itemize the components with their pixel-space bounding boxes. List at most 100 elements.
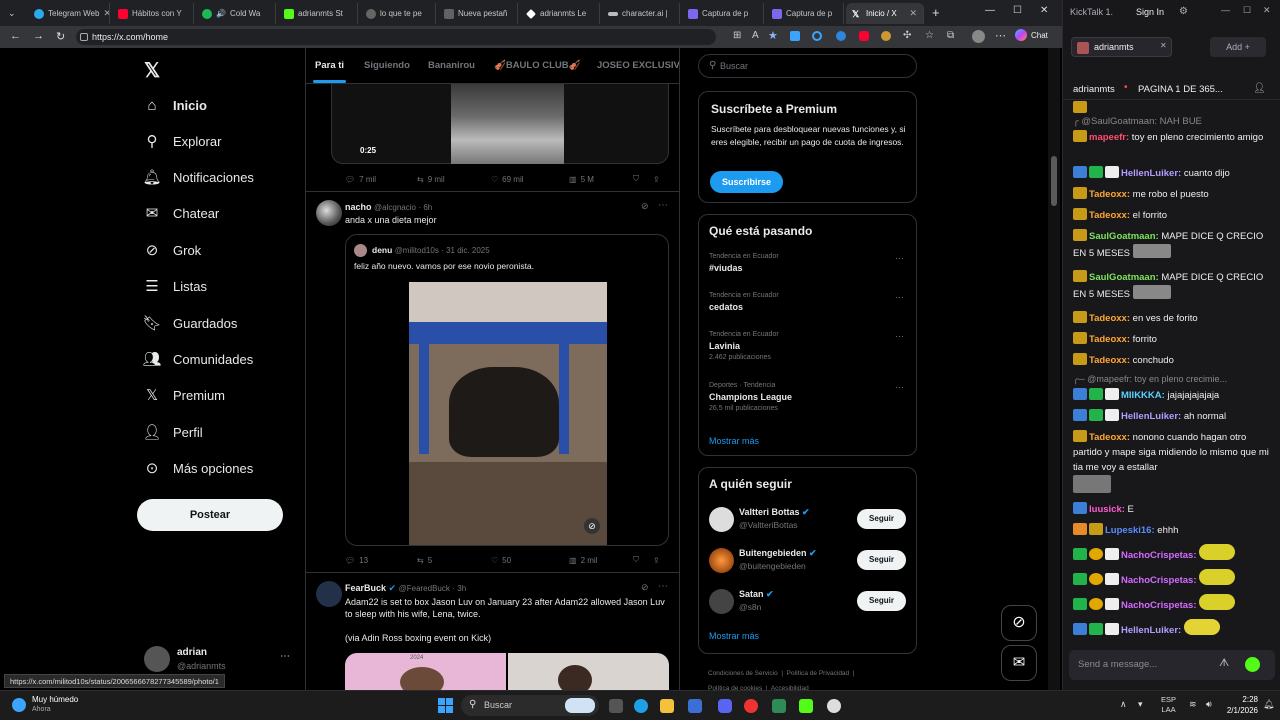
more-icon[interactable]: ⋯ [658, 200, 668, 211]
author-name[interactable]: FearBuck [345, 583, 386, 593]
reply-button[interactable]: 💬︎ 7 mil [345, 174, 417, 184]
search-input[interactable]: ⚲ Buscar [698, 54, 917, 78]
tab-joseo-exclusive[interactable]: JOSEO EXCLUSIVE [597, 60, 679, 71]
more-icon[interactable]: ⋯ [658, 581, 668, 592]
repost-button[interactable]: ⇆ 9 mil [417, 174, 491, 184]
messages-float-button[interactable]: ✉ [1001, 645, 1037, 681]
minimize-icon[interactable]: — [985, 5, 995, 16]
views-button[interactable]: ▥ 2 mil [569, 555, 633, 565]
notification-icon[interactable]: 🔔︎ [1263, 699, 1274, 710]
volume-icon[interactable]: 🔊︎ [1206, 699, 1212, 710]
show-more-link[interactable]: Mostrar más [709, 631, 759, 641]
footer-link[interactable]: Condiciones de Servicio [708, 670, 778, 677]
grok-image-icon[interactable]: ⊘ [584, 518, 600, 534]
file-explorer-icon[interactable] [660, 699, 674, 713]
translate-icon[interactable]: ⊞ [733, 30, 741, 41]
follow-item[interactable]: Valtteri Bottas ✔ @ValtteriBottas Seguir [699, 505, 916, 535]
chat-username[interactable]: Tadeoxx: [1089, 210, 1130, 221]
tab-kick[interactable]: adrianmts St [278, 3, 358, 24]
chat-username[interactable]: luusick: [1089, 504, 1125, 515]
reload-icon[interactable]: ↻ [56, 30, 65, 43]
tab-screenshot-1[interactable]: Captura de p [682, 3, 764, 24]
tab-telegram[interactable]: Telegram Web✕ [28, 3, 110, 24]
chat-username[interactable]: NachoCrispetas: [1121, 600, 1197, 611]
taskbar-search[interactable]: ⚲ Buscar [461, 695, 599, 716]
play-icon[interactable] [772, 699, 786, 713]
forward-icon[interactable]: → [33, 30, 44, 42]
footer-link[interactable]: Política de Privacidad [787, 670, 850, 677]
video-card[interactable]: 0:25 [331, 84, 669, 164]
quoted-post[interactable]: denu @militod10s · 31 dic. 2025 feliz añ… [345, 234, 669, 546]
nav-grok[interactable]: ⊘ Grok [143, 241, 201, 259]
follow-item[interactable]: Satan ✔ @s8n Seguir [699, 587, 916, 617]
favorites-icon[interactable]: ☆ [925, 30, 934, 41]
post-media[interactable]: 2024 [345, 653, 669, 690]
add-channel-button[interactable]: Add + [1210, 37, 1266, 57]
edge-icon[interactable] [634, 699, 648, 713]
follow-button[interactable]: Seguir [857, 591, 906, 611]
tab-youtube[interactable]: Hábitos con Y [112, 3, 194, 24]
tray-chevron-icon[interactable]: ∧ [1120, 699, 1127, 710]
minimize-icon[interactable]: — [1221, 5, 1230, 15]
chat-username[interactable]: MIIKKKA: [1121, 390, 1165, 401]
chat-username[interactable]: mapeefr: [1089, 132, 1129, 143]
more-icon[interactable]: ⋯ [895, 382, 904, 393]
star-icon[interactable]: ★ [768, 29, 778, 42]
emote-picker-icon[interactable]: ᗑ [1219, 657, 1229, 670]
share-button[interactable]: ⇪ [653, 174, 660, 184]
tab-for-you[interactable]: Para ti [315, 60, 344, 71]
account-more-icon[interactable]: ⋯ [280, 651, 290, 662]
x-logo-icon[interactable]: 𝕏 [144, 58, 160, 83]
extension-icon[interactable] [836, 31, 846, 41]
discord-icon[interactable] [718, 699, 732, 713]
tab-kick-leaderboard[interactable]: adrianmts Le [520, 3, 600, 24]
nav-home[interactable]: ⌂ Inicio [143, 96, 206, 114]
chat-username[interactable]: SaulGoatmaan: [1089, 231, 1159, 242]
extension-icon[interactable] [812, 31, 822, 41]
reply-button[interactable]: 💬︎ 13 [345, 555, 417, 565]
scrollbar[interactable] [1048, 48, 1060, 690]
kick-emote-icon[interactable] [1245, 657, 1260, 672]
post-time[interactable]: · 3h [452, 584, 466, 593]
chat-username[interactable]: NachoCrispetas: [1121, 575, 1197, 586]
extension-icon[interactable] [859, 31, 869, 41]
tab-spotify[interactable]: 🔊 Cold Wa [196, 3, 276, 24]
follow-button[interactable]: Seguir [857, 550, 906, 570]
nav-bookmarks[interactable]: 🔖︎ Guardados [142, 314, 237, 332]
chat-username[interactable]: HellenLuiker: [1121, 411, 1181, 422]
tab-screenshot-2[interactable]: Captura de p [766, 3, 844, 24]
grok-icon[interactable]: ⊘ [641, 201, 649, 212]
more-icon[interactable]: ⋯ [895, 331, 904, 342]
user-icon[interactable]: 👤︎ [1253, 83, 1266, 94]
back-icon[interactable]: ← [10, 30, 21, 42]
channel-tab[interactable]: adrianmts ✕ [1071, 37, 1172, 57]
task-view-icon[interactable] [609, 699, 623, 713]
chat-username[interactable]: HellenLuiker: [1121, 168, 1181, 179]
store-icon[interactable] [688, 699, 702, 713]
trend-item[interactable]: Tendencia en Ecuador cedatos ⋯ [709, 292, 909, 312]
tab-bananirou[interactable]: Bananirou [428, 60, 475, 71]
tab-x-home[interactable]: 𝕏 Inicio / X ✕ [846, 3, 924, 24]
chat-username[interactable]: Tadeoxx: [1089, 432, 1130, 443]
chat-username[interactable]: SaulGoatmaan: [1089, 272, 1159, 283]
more-icon[interactable]: ⋯ [995, 29, 1006, 42]
trend-item[interactable]: Tendencia en Ecuador #viudas ⋯ [709, 253, 909, 273]
language-indicator[interactable]: ESP LAA [1161, 695, 1176, 715]
new-tab-button[interactable]: + [932, 5, 940, 20]
subscribe-button[interactable]: Suscribirse [710, 171, 783, 193]
nav-premium[interactable]: 𝕏 Premium [143, 386, 225, 404]
share-button[interactable]: ⇪ [653, 555, 660, 565]
chat-input[interactable]: Send a message... ᗑ [1069, 650, 1275, 680]
close-tab-icon[interactable]: ✕ [103, 8, 109, 19]
clock[interactable]: 2:28 2/1/2026 [1222, 694, 1258, 716]
grok-icon[interactable]: ⊘ [641, 582, 649, 593]
quote-photo[interactable]: ⊘ [409, 282, 607, 545]
follow-item[interactable]: Buitengebieden ✔ @buitengebieden Seguir [699, 546, 916, 576]
nav-more[interactable]: ⊙ Más opciones [143, 459, 254, 477]
nav-chat[interactable]: ✉ Chatear [143, 204, 220, 222]
like-button[interactable]: ♡ 50 [491, 555, 569, 565]
nav-explore[interactable]: ⚲ Explorar [143, 132, 222, 150]
close-tab-icon[interactable]: ✕ [1160, 41, 1167, 50]
video-thumbnail[interactable] [451, 84, 564, 164]
repost-button[interactable]: ⇆ 5 [417, 555, 491, 565]
